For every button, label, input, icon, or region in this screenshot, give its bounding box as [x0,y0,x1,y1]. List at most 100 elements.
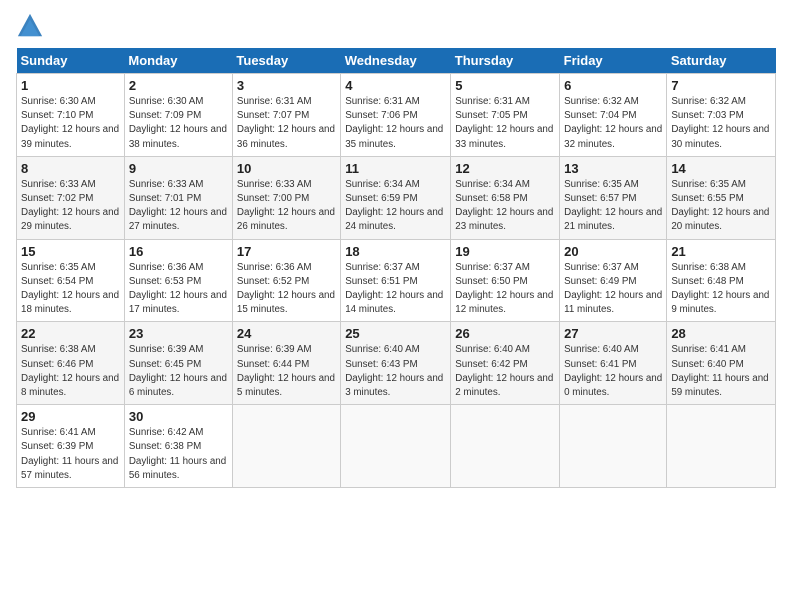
calendar-cell: 19 Sunrise: 6:37 AMSunset: 6:50 PMDaylig… [451,239,560,322]
calendar-cell: 10 Sunrise: 6:33 AMSunset: 7:00 PMDaylig… [232,156,340,239]
day-number: 9 [129,161,228,176]
calendar-cell: 29 Sunrise: 6:41 AMSunset: 6:39 PMDaylig… [17,405,125,488]
calendar-cell: 24 Sunrise: 6:39 AMSunset: 6:44 PMDaylig… [232,322,340,405]
calendar-cell: 14 Sunrise: 6:35 AMSunset: 6:55 PMDaylig… [667,156,776,239]
day-info: Sunrise: 6:33 AMSunset: 7:00 PMDaylight:… [237,179,335,233]
day-header-sunday: Sunday [17,48,125,74]
day-number: 10 [237,161,336,176]
day-info: Sunrise: 6:34 AMSunset: 6:59 PMDaylight:… [345,179,443,233]
calendar-cell: 30 Sunrise: 6:42 AMSunset: 6:38 PMDaylig… [124,405,232,488]
calendar-cell: 23 Sunrise: 6:39 AMSunset: 6:45 PMDaylig… [124,322,232,405]
calendar-cell: 27 Sunrise: 6:40 AMSunset: 6:41 PMDaylig… [560,322,667,405]
week-row-1: 1 Sunrise: 6:30 AMSunset: 7:10 PMDayligh… [17,74,776,157]
calendar-cell: 17 Sunrise: 6:36 AMSunset: 6:52 PMDaylig… [232,239,340,322]
day-number: 15 [21,244,120,259]
calendar-cell: 11 Sunrise: 6:34 AMSunset: 6:59 PMDaylig… [341,156,451,239]
week-row-3: 15 Sunrise: 6:35 AMSunset: 6:54 PMDaylig… [17,239,776,322]
calendar-cell [667,405,776,488]
day-number: 18 [345,244,446,259]
calendar-cell [560,405,667,488]
day-number: 17 [237,244,336,259]
day-info: Sunrise: 6:34 AMSunset: 6:58 PMDaylight:… [455,179,553,233]
day-number: 11 [345,161,446,176]
day-info: Sunrise: 6:31 AMSunset: 7:05 PMDaylight:… [455,96,553,150]
day-info: Sunrise: 6:31 AMSunset: 7:06 PMDaylight:… [345,96,443,150]
calendar-cell: 20 Sunrise: 6:37 AMSunset: 6:49 PMDaylig… [560,239,667,322]
day-number: 26 [455,326,555,341]
day-number: 30 [129,409,228,424]
calendar-cell: 12 Sunrise: 6:34 AMSunset: 6:58 PMDaylig… [451,156,560,239]
calendar-table: SundayMondayTuesdayWednesdayThursdayFrid… [16,48,776,488]
logo [16,12,48,40]
day-number: 12 [455,161,555,176]
day-info: Sunrise: 6:35 AMSunset: 6:57 PMDaylight:… [564,179,662,233]
day-number: 21 [671,244,771,259]
calendar-cell: 22 Sunrise: 6:38 AMSunset: 6:46 PMDaylig… [17,322,125,405]
calendar-cell: 18 Sunrise: 6:37 AMSunset: 6:51 PMDaylig… [341,239,451,322]
day-number: 7 [671,78,771,93]
day-number: 3 [237,78,336,93]
logo-icon [16,12,44,40]
day-info: Sunrise: 6:32 AMSunset: 7:03 PMDaylight:… [671,96,769,150]
day-number: 13 [564,161,662,176]
calendar-cell: 3 Sunrise: 6:31 AMSunset: 7:07 PMDayligh… [232,74,340,157]
day-number: 2 [129,78,228,93]
day-info: Sunrise: 6:30 AMSunset: 7:09 PMDaylight:… [129,96,227,150]
calendar-cell: 21 Sunrise: 6:38 AMSunset: 6:48 PMDaylig… [667,239,776,322]
day-info: Sunrise: 6:33 AMSunset: 7:02 PMDaylight:… [21,179,119,233]
day-number: 6 [564,78,662,93]
calendar-cell [341,405,451,488]
day-info: Sunrise: 6:32 AMSunset: 7:04 PMDaylight:… [564,96,662,150]
day-info: Sunrise: 6:30 AMSunset: 7:10 PMDaylight:… [21,96,119,150]
week-row-2: 8 Sunrise: 6:33 AMSunset: 7:02 PMDayligh… [17,156,776,239]
day-number: 4 [345,78,446,93]
calendar-cell: 9 Sunrise: 6:33 AMSunset: 7:01 PMDayligh… [124,156,232,239]
day-info: Sunrise: 6:37 AMSunset: 6:51 PMDaylight:… [345,262,443,316]
page-container: SundayMondayTuesdayWednesdayThursdayFrid… [0,0,792,496]
week-row-4: 22 Sunrise: 6:38 AMSunset: 6:46 PMDaylig… [17,322,776,405]
day-info: Sunrise: 6:36 AMSunset: 6:53 PMDaylight:… [129,262,227,316]
calendar-cell [451,405,560,488]
day-number: 22 [21,326,120,341]
day-info: Sunrise: 6:38 AMSunset: 6:46 PMDaylight:… [21,344,119,398]
calendar-cell: 26 Sunrise: 6:40 AMSunset: 6:42 PMDaylig… [451,322,560,405]
calendar-cell [232,405,340,488]
day-header-monday: Monday [124,48,232,74]
day-info: Sunrise: 6:38 AMSunset: 6:48 PMDaylight:… [671,262,769,316]
calendar-cell: 25 Sunrise: 6:40 AMSunset: 6:43 PMDaylig… [341,322,451,405]
calendar-cell: 5 Sunrise: 6:31 AMSunset: 7:05 PMDayligh… [451,74,560,157]
day-info: Sunrise: 6:41 AMSunset: 6:40 PMDaylight:… [671,344,768,398]
day-number: 27 [564,326,662,341]
calendar-cell: 4 Sunrise: 6:31 AMSunset: 7:06 PMDayligh… [341,74,451,157]
day-info: Sunrise: 6:33 AMSunset: 7:01 PMDaylight:… [129,179,227,233]
day-number: 20 [564,244,662,259]
day-info: Sunrise: 6:42 AMSunset: 6:38 PMDaylight:… [129,427,226,481]
day-number: 16 [129,244,228,259]
day-info: Sunrise: 6:36 AMSunset: 6:52 PMDaylight:… [237,262,335,316]
day-of-week-row: SundayMondayTuesdayWednesdayThursdayFrid… [17,48,776,74]
day-info: Sunrise: 6:40 AMSunset: 6:43 PMDaylight:… [345,344,443,398]
day-info: Sunrise: 6:39 AMSunset: 6:44 PMDaylight:… [237,344,335,398]
calendar-cell: 6 Sunrise: 6:32 AMSunset: 7:04 PMDayligh… [560,74,667,157]
calendar-cell: 16 Sunrise: 6:36 AMSunset: 6:53 PMDaylig… [124,239,232,322]
day-number: 25 [345,326,446,341]
day-header-thursday: Thursday [451,48,560,74]
day-number: 1 [21,78,120,93]
day-number: 5 [455,78,555,93]
calendar-cell: 7 Sunrise: 6:32 AMSunset: 7:03 PMDayligh… [667,74,776,157]
day-info: Sunrise: 6:35 AMSunset: 6:55 PMDaylight:… [671,179,769,233]
day-number: 28 [671,326,771,341]
day-number: 24 [237,326,336,341]
day-header-wednesday: Wednesday [341,48,451,74]
day-number: 19 [455,244,555,259]
day-info: Sunrise: 6:37 AMSunset: 6:49 PMDaylight:… [564,262,662,316]
day-number: 23 [129,326,228,341]
calendar-body: 1 Sunrise: 6:30 AMSunset: 7:10 PMDayligh… [17,74,776,488]
day-info: Sunrise: 6:41 AMSunset: 6:39 PMDaylight:… [21,427,118,481]
calendar-cell: 8 Sunrise: 6:33 AMSunset: 7:02 PMDayligh… [17,156,125,239]
day-number: 29 [21,409,120,424]
week-row-5: 29 Sunrise: 6:41 AMSunset: 6:39 PMDaylig… [17,405,776,488]
day-info: Sunrise: 6:40 AMSunset: 6:41 PMDaylight:… [564,344,662,398]
day-header-friday: Friday [560,48,667,74]
calendar-cell: 28 Sunrise: 6:41 AMSunset: 6:40 PMDaylig… [667,322,776,405]
